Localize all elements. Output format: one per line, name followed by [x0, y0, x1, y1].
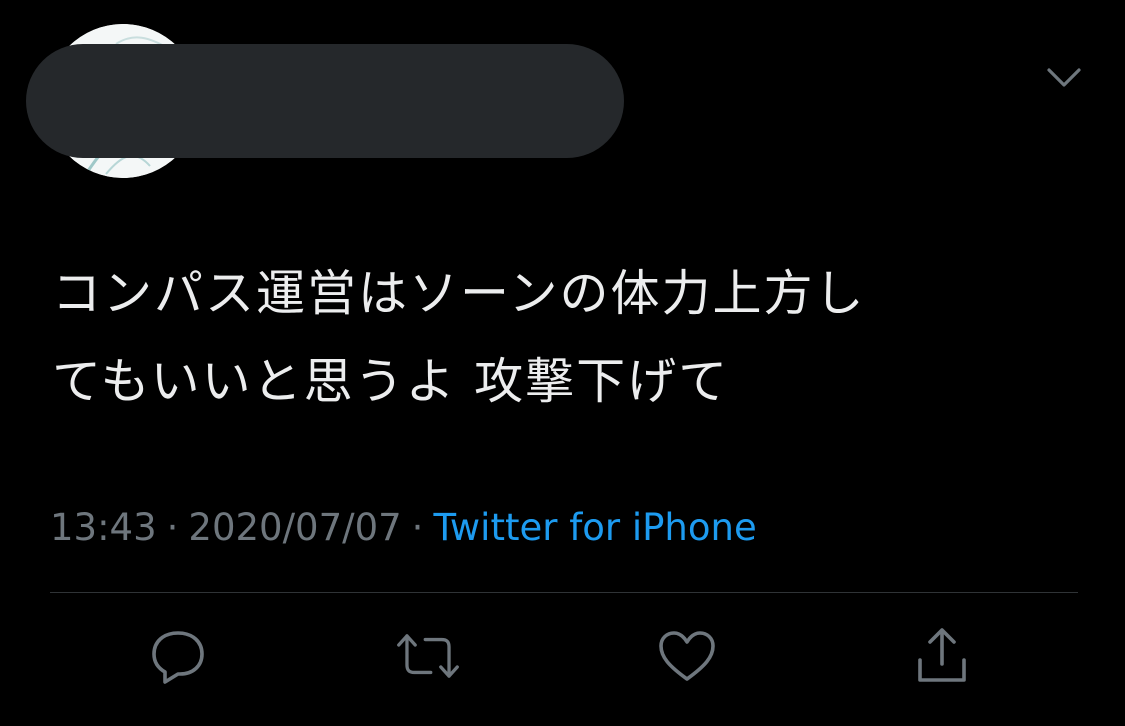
tweet-text: コンパス運営はソーンの体力上方し てもいいと思うよ 攻撃下げて — [52, 250, 1062, 426]
tweet-date[interactable]: 2020/07/07 — [188, 506, 401, 549]
meta-separator: · — [166, 506, 179, 549]
redacted-author-name — [26, 44, 624, 158]
retweet-icon — [397, 634, 459, 678]
tweet-metadata: 13:43 · 2020/07/07 · Twitter for iPhone — [50, 504, 757, 552]
reply-button[interactable] — [146, 624, 210, 688]
share-icon — [918, 628, 966, 682]
tweet-text-line: コンパス運営はソーンの体力上方し — [52, 265, 866, 322]
chevron-down-icon — [1047, 68, 1081, 87]
reply-icon — [152, 631, 204, 684]
divider — [50, 592, 1078, 593]
meta-separator: · — [411, 506, 424, 549]
tweet-menu-button[interactable] — [1044, 58, 1084, 98]
tweet-time[interactable]: 13:43 — [50, 506, 157, 549]
heart-icon — [659, 631, 715, 681]
tweet-detail: コンパス運営はソーンの体力上方し てもいいと思うよ 攻撃下げて 13:43 · 202… — [0, 0, 1125, 726]
tweet-source-link[interactable]: Twitter for iPhone — [433, 506, 756, 549]
share-button[interactable] — [910, 624, 974, 688]
tweet-action-bar — [0, 624, 1125, 694]
retweet-button[interactable] — [396, 624, 460, 688]
like-button[interactable] — [655, 624, 719, 688]
tweet-text-line: てもいいと思うよ 攻撃下げて — [52, 353, 730, 410]
